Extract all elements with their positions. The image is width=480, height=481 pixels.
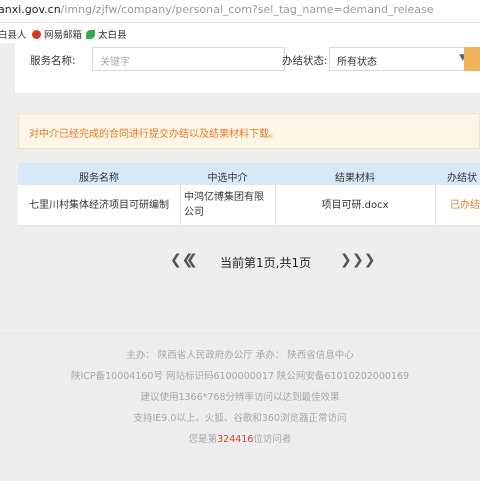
left-arrow-icon[interactable]: ❮ [186, 252, 198, 268]
leaf-favicon-icon [86, 30, 95, 39]
cell-status: 已办结 [450, 200, 480, 211]
bookmark-item-netease-mail[interactable]: 网易邮箱 [32, 27, 82, 41]
header-status: 办结状 [447, 173, 477, 184]
double-right-arrow-icon[interactable]: ❯❯ [352, 252, 375, 268]
right-arrow-icon[interactable]: ❯ [340, 252, 352, 268]
site-footer: 主办： 陕西省人民政府办公厅 承办： 陕西省信息中心 陕ICP备10004160… [0, 333, 480, 481]
bookmark-item-baixianren[interactable]: 白县人 [0, 27, 27, 41]
pagination-text: 当前第1页,共1页 [220, 256, 312, 270]
header-result-material: 结果材料 [335, 173, 375, 184]
status-select-value: 所有状态 [337, 57, 377, 68]
footer-browser-tip: 支持IE9.0以上、火狐、谷歌和360浏览器正常访问 [133, 413, 347, 424]
footer-icp: 陕ICP备10004160号 网站标识码6100000017 陕公网安备6101… [70, 371, 410, 382]
result-file-link[interactable]: 项目可研.docx [275, 198, 435, 213]
visitor-suffix: 位访问者 [253, 434, 292, 445]
cell-agency: 中鸿亿博集团有限 公司 [180, 190, 279, 220]
filter-panel: 服务名称: 关键字 办结状态: 所有状态 ▼ [15, 43, 480, 93]
visitor-prefix: 您是第 [188, 434, 218, 445]
url-host: anxi.gov.cn [0, 3, 61, 16]
cell-agency-line2: 公司 [184, 207, 204, 218]
bookmark-label: 白县人 [0, 30, 27, 41]
url-text[interactable]: anxi.gov.cn/imng/zjfw/company/personal_c… [0, 3, 434, 16]
bookmarks-bar: 白县人 网易邮箱 太白县 [0, 23, 480, 44]
table-row: 七里川村集体经济项目可研编制 中鸿亿博集团有限 公司 项目可研.docx 已办结 [18, 185, 480, 226]
footer-resolution-tip: 建议使用1366*768分辨率访问以达到最佳效果 [140, 392, 340, 403]
bookmark-label: 网易邮箱 [44, 30, 83, 41]
search-button[interactable] [464, 47, 480, 71]
footer-sponsor: 主办： 陕西省人民政府办公厅 承办： 陕西省信息中心 [126, 350, 354, 361]
notice-banner: 对中介已经完成的合同进行提交办结以及结果材料下载。 [18, 113, 480, 149]
cell-service-name: 七里川村集体经济项目可研编制 [29, 200, 169, 211]
main-page: 服务名称: 关键字 办结状态: 所有状态 ▼ 对中介已经完成的合同进行提交办结以… [0, 43, 480, 333]
address-bar[interactable]: anxi.gov.cn/imng/zjfw/company/personal_c… [0, 0, 480, 23]
results-table: 服务名称 中选中介 结果材料 办结状 七里川村集体经济项目可研编制 中鸿亿博集团… [18, 163, 480, 226]
service-name-label: 服务名称: [30, 55, 76, 67]
status-label: 办结状态: [282, 55, 328, 67]
bookmark-item-taibaixian[interactable]: 太白县 [86, 27, 127, 41]
visitor-count: 324416 [217, 434, 254, 445]
url-path: /imng/zjfw/company/personal_com?sel_tag_… [60, 3, 434, 16]
status-select[interactable]: 所有状态 ▼ [329, 47, 473, 71]
bookmark-label: 太白县 [98, 30, 127, 41]
cell-agency-line1: 中鸿亿博集团有限 [184, 192, 264, 203]
netease-mail-icon [32, 30, 41, 39]
header-agency: 中选中介 [207, 173, 248, 184]
table-header: 服务名称 中选中介 结果材料 办结状 [18, 163, 480, 185]
footer-visitor: 您是第324416位访问者 [0, 431, 480, 445]
keyword-input[interactable]: 关键字 [92, 47, 285, 71]
header-service-name: 服务名称 [79, 173, 119, 184]
